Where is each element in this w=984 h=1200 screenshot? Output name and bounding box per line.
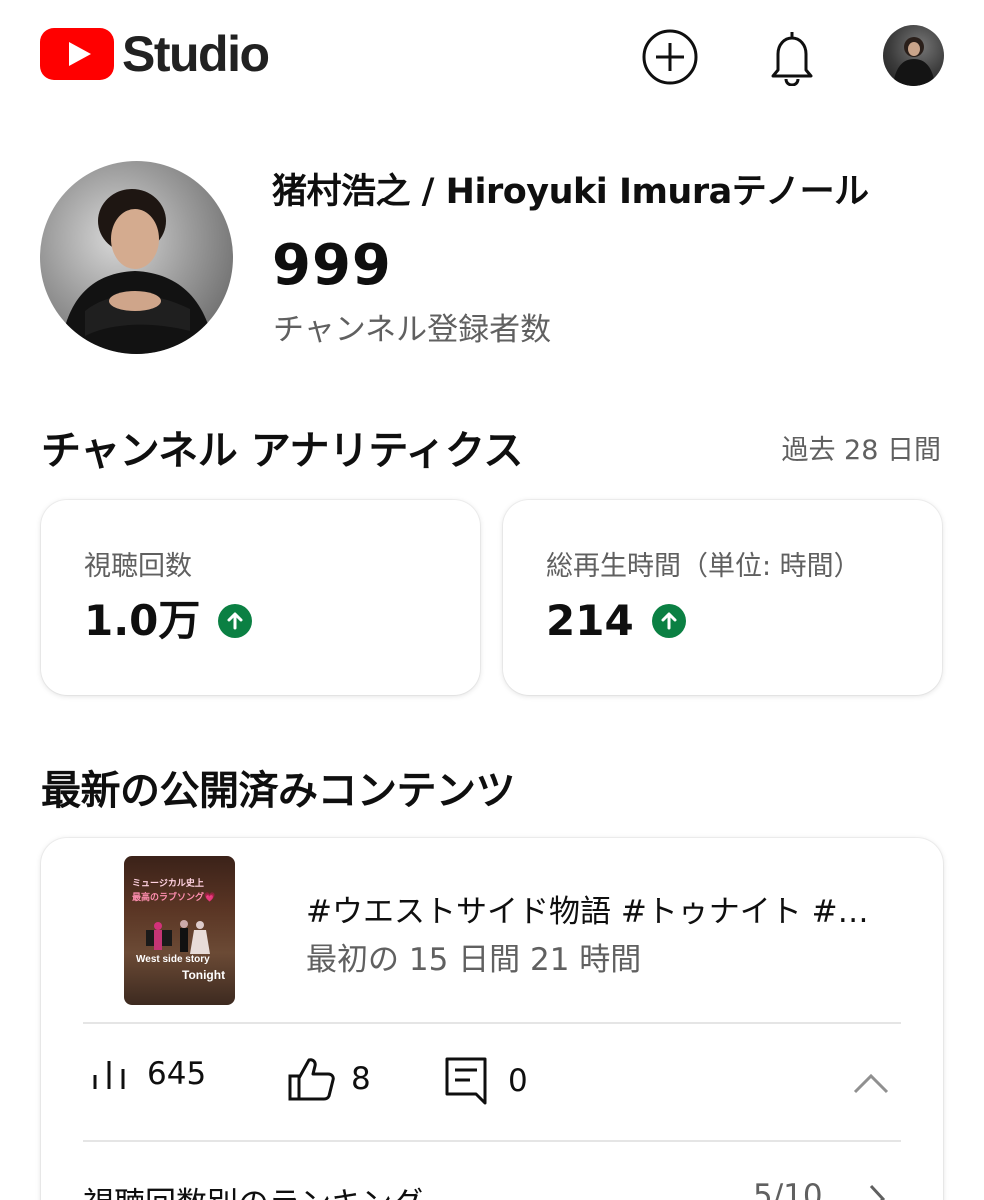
channel-avatar-photo (60, 189, 215, 354)
latest-content-card: ミュージカル史上 最高のラブソング💗 West side story Tonig… (41, 838, 943, 1200)
likes-count: 8 (351, 1061, 371, 1097)
collapse-button[interactable] (851, 1068, 891, 1098)
channel-name: 猪村浩之 / Hiroyuki Imuraテノール (272, 172, 869, 212)
views-value: 1.0万 (84, 596, 201, 645)
video-thumbnail[interactable]: ミュージカル史上 最高のラブソング💗 West side story Tonig… (124, 856, 235, 1005)
studio-logo[interactable]: Studio (40, 26, 270, 82)
notifications-button[interactable] (762, 27, 822, 87)
chevron-up-icon (853, 1073, 889, 1094)
watch-time-label: 総再生時間（単位: 時間） (546, 551, 861, 582)
add-circle-icon (642, 29, 698, 85)
stage-performers-image (146, 920, 210, 954)
app-header: Studio (0, 0, 984, 112)
youtube-play-icon (40, 28, 114, 80)
channel-avatar[interactable] (40, 161, 233, 354)
comment-icon (445, 1057, 487, 1105)
comments-count: 0 (508, 1063, 528, 1099)
subscriber-label: チャンネル登録者数 (273, 312, 552, 348)
likes-metric: 8 (287, 1056, 371, 1102)
views-label: 視聴回数 (84, 551, 192, 582)
trend-up-icon (218, 604, 253, 638)
ranking-value: 5/10 (753, 1178, 823, 1200)
bar-chart-icon (93, 1061, 125, 1089)
thumbnail-caption: ミュージカル史上 最高のラブソング💗 (132, 879, 216, 903)
ranking-label[interactable]: 視聴回数別のランキング (83, 1178, 423, 1200)
views-count: 645 (147, 1056, 207, 1092)
video-period: 最初の 15 日間 21 時間 (306, 942, 642, 978)
chevron-right-icon[interactable] (861, 1182, 891, 1200)
analytics-period: 過去 28 日間 (781, 435, 941, 466)
subscriber-count: 999 (272, 233, 392, 298)
watch-time-card[interactable]: 総再生時間（単位: 時間） 214 (503, 500, 942, 695)
thumbnail-text: West side story (136, 954, 210, 965)
bell-icon (771, 32, 813, 86)
views-metric: 645 (91, 1056, 206, 1092)
create-button[interactable] (640, 27, 700, 87)
watch-time-value: 214 (546, 596, 634, 645)
views-card[interactable]: 視聴回数 1.0万 (41, 500, 480, 695)
video-title[interactable]: #ウエストサイド物語 #トゥナイト #… (306, 886, 869, 931)
thumbnail-text: Tonight (182, 968, 226, 982)
divider (83, 1022, 901, 1024)
latest-content-title: 最新の公開済みコンテンツ (41, 768, 516, 814)
thumbs-up-icon (288, 1058, 335, 1101)
account-avatar[interactable] (883, 25, 944, 86)
analytics-section-title: チャンネル アナリティクス (41, 428, 523, 474)
divider (83, 1140, 901, 1142)
logo-text: Studio (122, 26, 270, 82)
avatar-person-icon (893, 37, 935, 86)
trend-up-icon (651, 604, 686, 638)
comments-metric: 0 (444, 1056, 528, 1106)
